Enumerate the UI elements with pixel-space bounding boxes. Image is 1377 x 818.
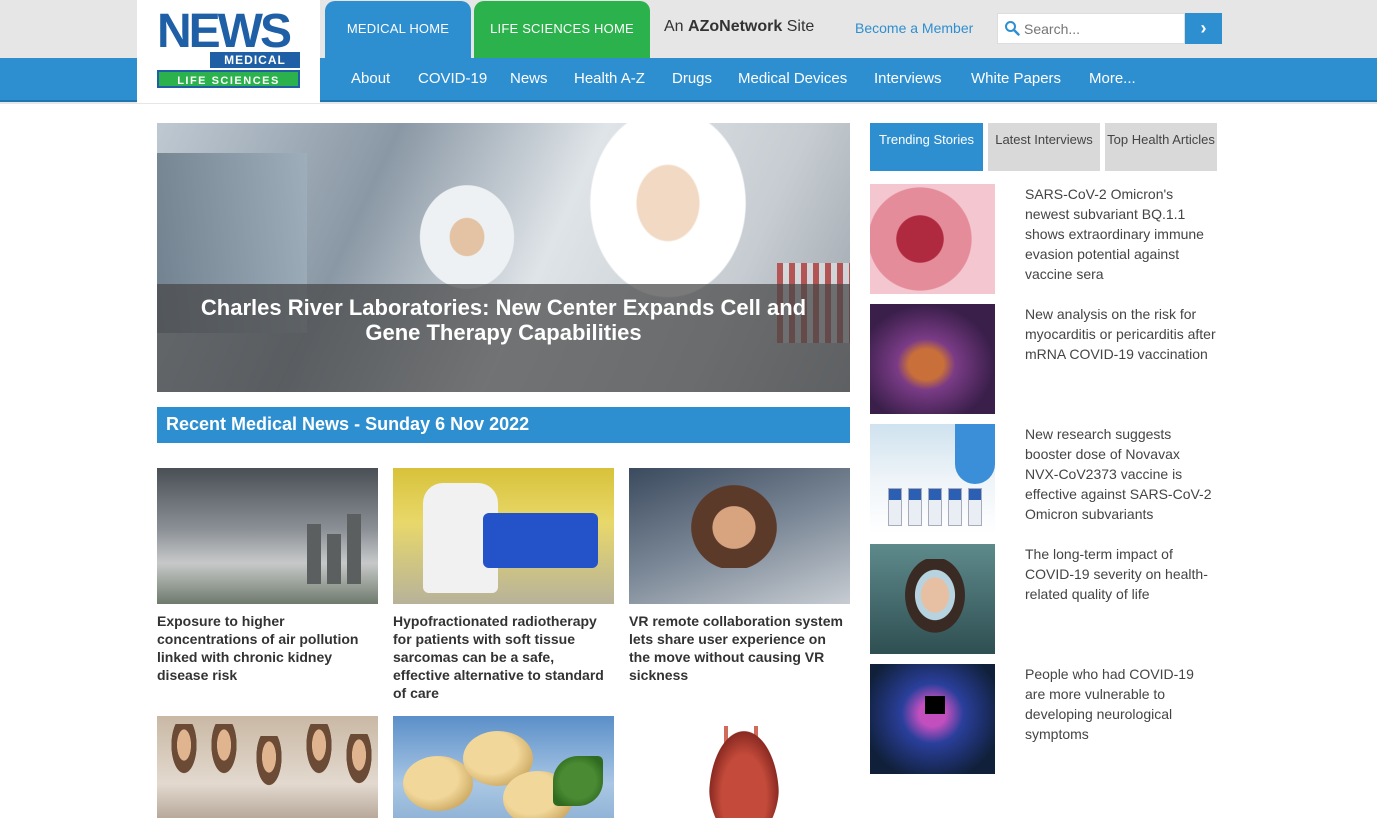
azo-brand: AZoNetwork xyxy=(688,18,783,35)
tab-trending-stories[interactable]: Trending Stories xyxy=(870,123,983,171)
search-input[interactable] xyxy=(1024,18,1180,40)
trending-item[interactable]: New research suggests booster dose of No… xyxy=(870,424,1217,534)
hero-caption[interactable]: Charles River Laboratories: New Center E… xyxy=(157,284,850,392)
trending-item-thumbnail[interactable] xyxy=(870,424,995,534)
news-card-image[interactable] xyxy=(629,468,850,604)
news-card[interactable] xyxy=(629,716,850,818)
news-card[interactable]: VR remote collaboration system lets shar… xyxy=(629,468,850,684)
tab-medical-home[interactable]: MEDICAL HOME xyxy=(325,1,471,58)
azo-suffix: Site xyxy=(786,18,815,35)
trending-item-title[interactable]: People who had COVID-19 are more vulnera… xyxy=(1025,664,1217,744)
news-card[interactable] xyxy=(157,716,378,818)
become-member-link[interactable]: Become a Member xyxy=(855,20,973,36)
search-submit-button[interactable]: › xyxy=(1185,13,1222,44)
news-card-title[interactable]: Hypofractionated radiotherapy for patien… xyxy=(393,612,614,702)
news-card-image[interactable] xyxy=(157,468,378,604)
recent-news-header: Recent Medical News - Sunday 6 Nov 2022 xyxy=(157,407,850,443)
nav-more[interactable]: More... xyxy=(1089,70,1136,87)
nav-covid-19[interactable]: COVID-19 xyxy=(418,70,487,87)
logo-news-text[interactable]: NEWS xyxy=(157,8,292,56)
trending-item[interactable]: New analysis on the risk for myocarditis… xyxy=(870,304,1217,414)
trending-item[interactable]: SARS-CoV-2 Omicron's newest subvariant B… xyxy=(870,184,1217,294)
news-card[interactable] xyxy=(393,716,614,818)
nav-about[interactable]: About xyxy=(351,70,390,87)
logo-medical-text: MEDICAL xyxy=(210,52,300,68)
nav-medical-devices[interactable]: Medical Devices xyxy=(738,70,847,87)
trending-item[interactable]: People who had COVID-19 are more vulnera… xyxy=(870,664,1217,774)
tab-top-health-articles[interactable]: Top Health Articles xyxy=(1105,123,1217,171)
news-card-title[interactable]: VR remote collaboration system lets shar… xyxy=(629,612,850,684)
news-card-image[interactable] xyxy=(157,716,378,818)
nav-white-papers[interactable]: White Papers xyxy=(971,70,1061,87)
nav-health-a-z[interactable]: Health A-Z xyxy=(574,70,645,87)
trending-item-thumbnail[interactable] xyxy=(870,664,995,774)
nav-news[interactable]: News xyxy=(510,70,548,87)
news-card[interactable]: Hypofractionated radiotherapy for patien… xyxy=(393,468,614,702)
chevron-right-icon: › xyxy=(1200,18,1207,38)
trending-item-thumbnail[interactable] xyxy=(870,304,995,414)
trending-item[interactable]: The long-term impact of COVID-19 severit… xyxy=(870,544,1217,654)
trending-item-title[interactable]: New analysis on the risk for myocarditis… xyxy=(1025,304,1217,364)
news-card-image[interactable] xyxy=(393,468,614,604)
trending-item-title[interactable]: SARS-CoV-2 Omicron's newest subvariant B… xyxy=(1025,184,1217,284)
hero-feature[interactable]: Charles River Laboratories: New Center E… xyxy=(157,123,850,392)
tab-latest-interviews[interactable]: Latest Interviews xyxy=(988,123,1100,171)
news-card-image[interactable] xyxy=(393,716,614,818)
nav-interviews[interactable]: Interviews xyxy=(874,70,942,87)
trending-item-title[interactable]: New research suggests booster dose of No… xyxy=(1025,424,1217,524)
news-card-title[interactable]: Exposure to higher concentrations of air… xyxy=(157,612,378,684)
azo-network-badge[interactable]: An AZoNetwork Site xyxy=(664,18,814,36)
tab-life-sciences-home[interactable]: LIFE SCIENCES HOME xyxy=(474,1,650,58)
search-icon xyxy=(1005,21,1020,36)
azo-prefix: An xyxy=(664,18,684,35)
news-card-image[interactable] xyxy=(629,716,850,818)
logo-life-sciences-text: LIFE SCIENCES xyxy=(157,70,300,88)
trending-item-thumbnail[interactable] xyxy=(870,544,995,654)
search-box xyxy=(997,13,1185,44)
nav-drugs[interactable]: Drugs xyxy=(672,70,712,87)
trending-item-title[interactable]: The long-term impact of COVID-19 severit… xyxy=(1025,544,1217,604)
trending-item-thumbnail[interactable] xyxy=(870,184,995,294)
news-card[interactable]: Exposure to higher concentrations of air… xyxy=(157,468,378,684)
